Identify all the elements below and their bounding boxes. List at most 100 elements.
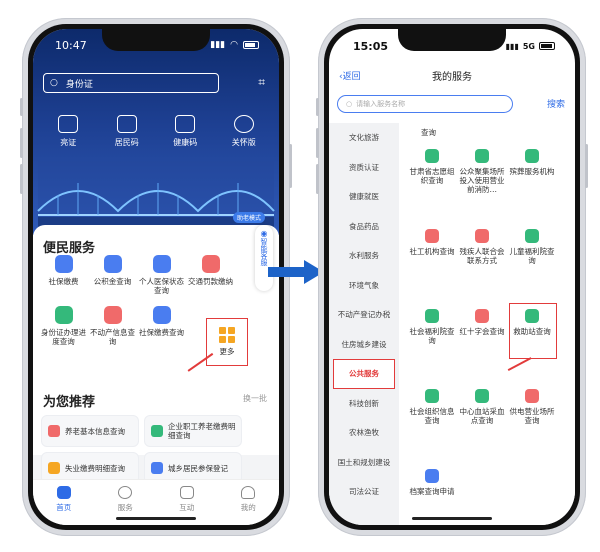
service-label: 社会组织信息查询: [409, 407, 455, 425]
service-list: 查询 甘肃省志愿组织查询 公众聚集场所投入使用营业前消防… 殡葬服务机构 社工机…: [399, 123, 575, 525]
network-type: 5G: [522, 41, 535, 51]
service-search-input[interactable]: ○ 请输入服务名称: [337, 95, 513, 113]
quick-action-label: 亮证: [60, 138, 77, 147]
social-work-icon: [425, 229, 439, 243]
category-item[interactable]: 环境气象: [329, 271, 399, 301]
category-item[interactable]: 资质认证: [329, 153, 399, 183]
search-icon: ○: [50, 78, 58, 88]
service-label: 残疾人联合会联系方式: [459, 247, 505, 265]
service-item[interactable]: 公众聚集场所投入使用营业前消防…: [457, 145, 507, 221]
service-label: 儿童福利院查询: [509, 247, 555, 265]
category-item[interactable]: 农林渔牧: [329, 418, 399, 448]
heart-icon: [118, 486, 133, 499]
service-label: 交通罚款缴纳: [188, 277, 233, 286]
service-label: 中心血站采血点查询: [459, 407, 505, 425]
quick-action-care-mode[interactable]: 关怀版: [220, 115, 268, 148]
partial-service-label: 查询: [421, 128, 436, 137]
service-social-insurance-query[interactable]: 社保缴费查询: [137, 305, 186, 347]
service-item[interactable]: 甘肃省志愿组织查询: [407, 145, 457, 221]
phone-right-bezel: 15:05 ▮▮▮ 5G ‹返回 我的服务 ○ 请输入服务名称 搜索 文化旅游 …: [324, 24, 580, 530]
category-item[interactable]: 健康就医: [329, 182, 399, 212]
service-item[interactable]: 社会福利院查询: [407, 305, 457, 381]
service-housing-fund[interactable]: 公积金查询: [88, 255, 137, 296]
stage: 10:47 ▮▮▮ ◠ ○ 身份证 ⌗ 亮证 居民码 健康码 关怀版 助老模式 …: [0, 0, 600, 552]
tab-label: 互动: [179, 503, 195, 512]
tab-mine[interactable]: 我的: [228, 486, 268, 525]
service-item[interactable]: 供电营业场所查询: [507, 385, 557, 461]
heart-icon: [233, 115, 254, 133]
scan-icon[interactable]: ⌗: [258, 75, 265, 90]
phone-left-silent-switch: [20, 98, 23, 116]
service-item[interactable]: 社会组织信息查询: [407, 385, 457, 461]
category-item[interactable]: 科技创新: [329, 389, 399, 419]
phone-right-silent-switch: [316, 98, 319, 116]
service-label: 不动产信息查询: [90, 327, 135, 347]
service-label: 社保缴费: [48, 277, 79, 286]
bridge-illustration: [37, 161, 275, 235]
tab-label: 服务: [117, 503, 133, 512]
service-item[interactable]: 红十字会查询: [457, 305, 507, 381]
category-item[interactable]: 文化旅游: [329, 123, 399, 153]
service-item[interactable]: 档案查询申请: [407, 465, 457, 525]
category-item[interactable]: 不动产登记办税: [329, 300, 399, 330]
service-item[interactable]: 残疾人联合会联系方式: [457, 225, 507, 301]
service-label: 个人医保状态查询: [139, 277, 184, 296]
medical-insurance-icon: [152, 255, 171, 273]
service-traffic-fine[interactable]: 交通罚款缴纳: [186, 255, 235, 296]
more-services-button[interactable]: 更多: [206, 318, 248, 366]
more-label: 更多: [219, 347, 235, 356]
page-title: 我的服务: [432, 72, 472, 83]
service-item[interactable]: 社工机构查询: [407, 225, 457, 301]
recommend-label: 养老基本信息查询: [65, 426, 125, 436]
phone-left-power-button: [289, 144, 292, 188]
category-item[interactable]: 国土和规划建设: [329, 448, 399, 478]
quick-action-show-id[interactable]: 亮证: [44, 115, 92, 148]
phone-right-volume-up: [316, 128, 319, 158]
tab-home[interactable]: 首页: [44, 486, 84, 525]
battery-icon: [243, 41, 259, 49]
search-button[interactable]: 搜索: [547, 97, 565, 110]
recommend-item[interactable]: 养老基本信息查询: [41, 415, 139, 447]
phone-right: 15:05 ▮▮▮ 5G ‹返回 我的服务 ○ 请输入服务名称 搜索 文化旅游 …: [316, 18, 588, 536]
tab-label: 首页: [56, 503, 72, 512]
quick-actions: 亮证 居民码 健康码 关怀版: [39, 115, 273, 148]
home-indicator: [116, 517, 196, 520]
service-item[interactable]: 中心血站采血点查询: [457, 385, 507, 461]
category-item[interactable]: 食品药品: [329, 212, 399, 242]
service-item[interactable]: 儿童福利院查询: [507, 225, 557, 301]
service-social-insurance-payment[interactable]: 社保缴费: [39, 255, 88, 296]
home-icon: [56, 486, 71, 499]
service-label: 红十字会查询: [459, 327, 505, 336]
status-time: 15:05: [353, 39, 389, 53]
service-medical-insurance-status[interactable]: 个人医保状态查询: [137, 255, 186, 296]
category-item[interactable]: 司法公证: [329, 477, 399, 507]
service-label: 社会福利院查询: [409, 327, 455, 345]
search-input[interactable]: ○ 身份证: [43, 73, 219, 93]
service-label: 供电营业场所查询: [509, 407, 555, 425]
service-label: 社保缴费查询: [139, 327, 184, 337]
social-organization-icon: [425, 389, 439, 403]
quick-action-health-code[interactable]: 健康码: [161, 115, 209, 148]
category-item-public-service[interactable]: 公共服务: [333, 359, 395, 389]
category-item[interactable]: 水利服务: [329, 241, 399, 271]
fire-safety-icon: [475, 149, 489, 163]
transition-arrow-icon: [268, 260, 324, 284]
care-mode-badge[interactable]: 助老模式: [232, 212, 265, 223]
service-label: 身份证办理进度查询: [41, 327, 86, 347]
quick-action-resident-code[interactable]: 居民码: [103, 115, 151, 148]
search-placeholder: 请输入服务名称: [356, 100, 406, 108]
phone-left-volume-up: [20, 128, 23, 158]
recommend-grid: 养老基本信息查询 企业职工养老缴费明细查询 失业缴费明细查询 城乡居民参保登记: [41, 415, 242, 484]
nav-bar: ‹返回 我的服务: [329, 65, 575, 87]
qr-code-icon: [175, 115, 196, 133]
service-label: 甘肃省志愿组织查询: [409, 167, 455, 185]
service-id-card-progress[interactable]: 身份证办理进度查询: [39, 305, 88, 347]
service-item[interactable]: 殡葬服务机构: [507, 145, 557, 221]
search-icon: ○: [346, 100, 353, 108]
refresh-recommend-button[interactable]: 换一批: [243, 393, 267, 404]
recommend-item[interactable]: 企业职工养老缴费明细查询: [144, 415, 242, 447]
service-section-title: 便民服务: [43, 241, 96, 256]
service-real-estate[interactable]: 不动产信息查询: [88, 305, 137, 347]
wifi-icon: ◠: [230, 40, 238, 50]
category-item[interactable]: 住房城乡建设: [329, 330, 399, 360]
